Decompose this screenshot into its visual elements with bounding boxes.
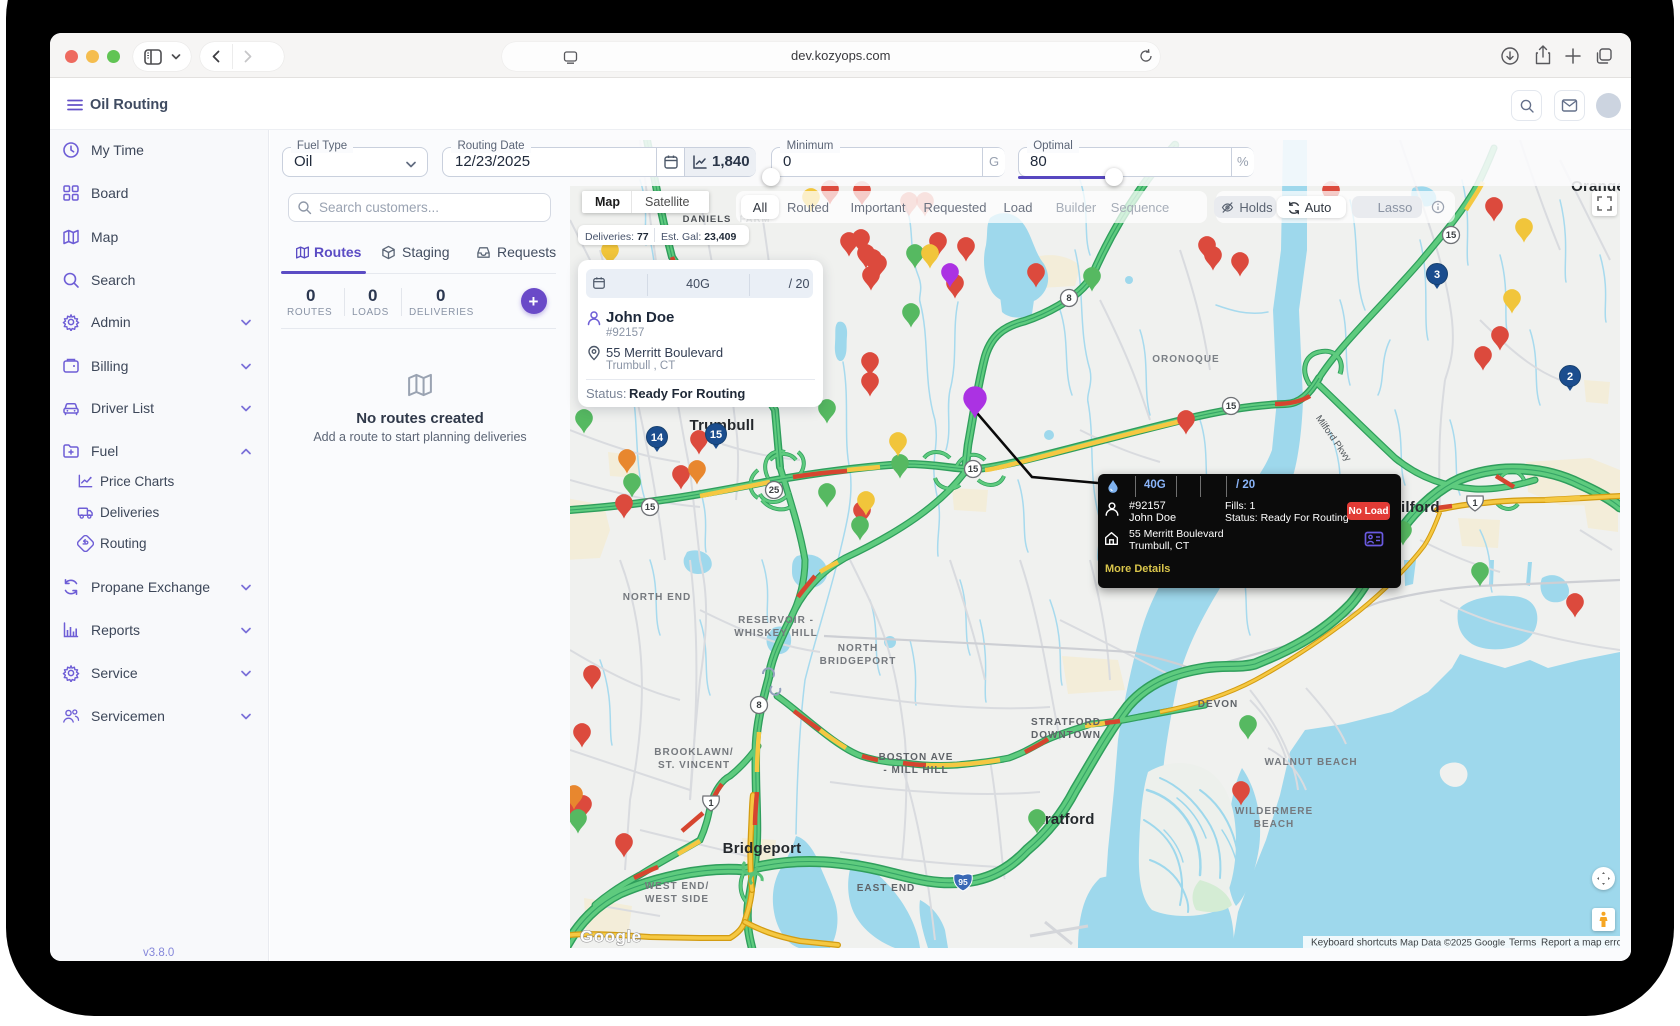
svg-text:14: 14 (651, 432, 664, 444)
svg-text:15: 15 (1446, 230, 1457, 241)
svg-text:3: 3 (1434, 269, 1440, 281)
svg-text:8: 8 (756, 700, 761, 711)
svg-text:DOWNTOWN: DOWNTOWN (1031, 730, 1101, 741)
svg-text:Keyboard shortcuts: Keyboard shortcuts (1311, 938, 1397, 949)
svg-text:15: 15 (645, 502, 656, 513)
svg-text:EAST END: EAST END (857, 883, 916, 894)
svg-text:- MILL HILL: - MILL HILL (883, 765, 948, 776)
svg-text:Google: Google (580, 927, 642, 946)
svg-text:WEST END/: WEST END/ (645, 881, 710, 892)
svg-text:95: 95 (958, 877, 968, 887)
svg-text:Report a map error: Report a map error (1541, 938, 1620, 949)
svg-text:Bridgeport: Bridgeport (723, 840, 802, 857)
svg-text:DEVON: DEVON (1198, 699, 1239, 710)
svg-text:DANIELS: DANIELS (683, 214, 732, 225)
svg-text:WALNUT BEACH: WALNUT BEACH (1264, 757, 1357, 768)
svg-text:STRATFORD: STRATFORD (1031, 717, 1101, 728)
svg-text:2: 2 (1567, 371, 1573, 383)
svg-text:BEACH: BEACH (1254, 819, 1295, 830)
svg-text:ORONOQUE: ORONOQUE (1152, 354, 1219, 365)
svg-text:Terms: Terms (1509, 938, 1536, 949)
svg-text:WEST SIDE: WEST SIDE (645, 894, 709, 905)
svg-text:BROOKLAWN/: BROOKLAWN/ (654, 747, 733, 758)
svg-text:WHISKEY HILL: WHISKEY HILL (734, 628, 817, 639)
svg-text:15: 15 (1226, 401, 1237, 412)
svg-text:RESERVOIR -: RESERVOIR - (738, 615, 814, 626)
svg-text:NORTH: NORTH (838, 643, 879, 654)
svg-text:BOSTON AVE: BOSTON AVE (879, 752, 954, 763)
svg-text:WILDERMERE: WILDERMERE (1235, 806, 1313, 817)
svg-text:Map Data ©2025 Google: Map Data ©2025 Google (1400, 938, 1505, 949)
svg-text:15: 15 (710, 429, 722, 441)
svg-text:25: 25 (769, 485, 780, 496)
svg-text:BRIDGEPORT: BRIDGEPORT (820, 656, 897, 667)
svg-text:15: 15 (968, 464, 979, 475)
svg-text:8: 8 (1066, 293, 1071, 304)
svg-text:1: 1 (708, 798, 714, 809)
svg-text:1: 1 (1472, 498, 1478, 509)
svg-text:NORTH END: NORTH END (623, 592, 691, 603)
svg-text:ST. VINCENT: ST. VINCENT (658, 760, 730, 771)
